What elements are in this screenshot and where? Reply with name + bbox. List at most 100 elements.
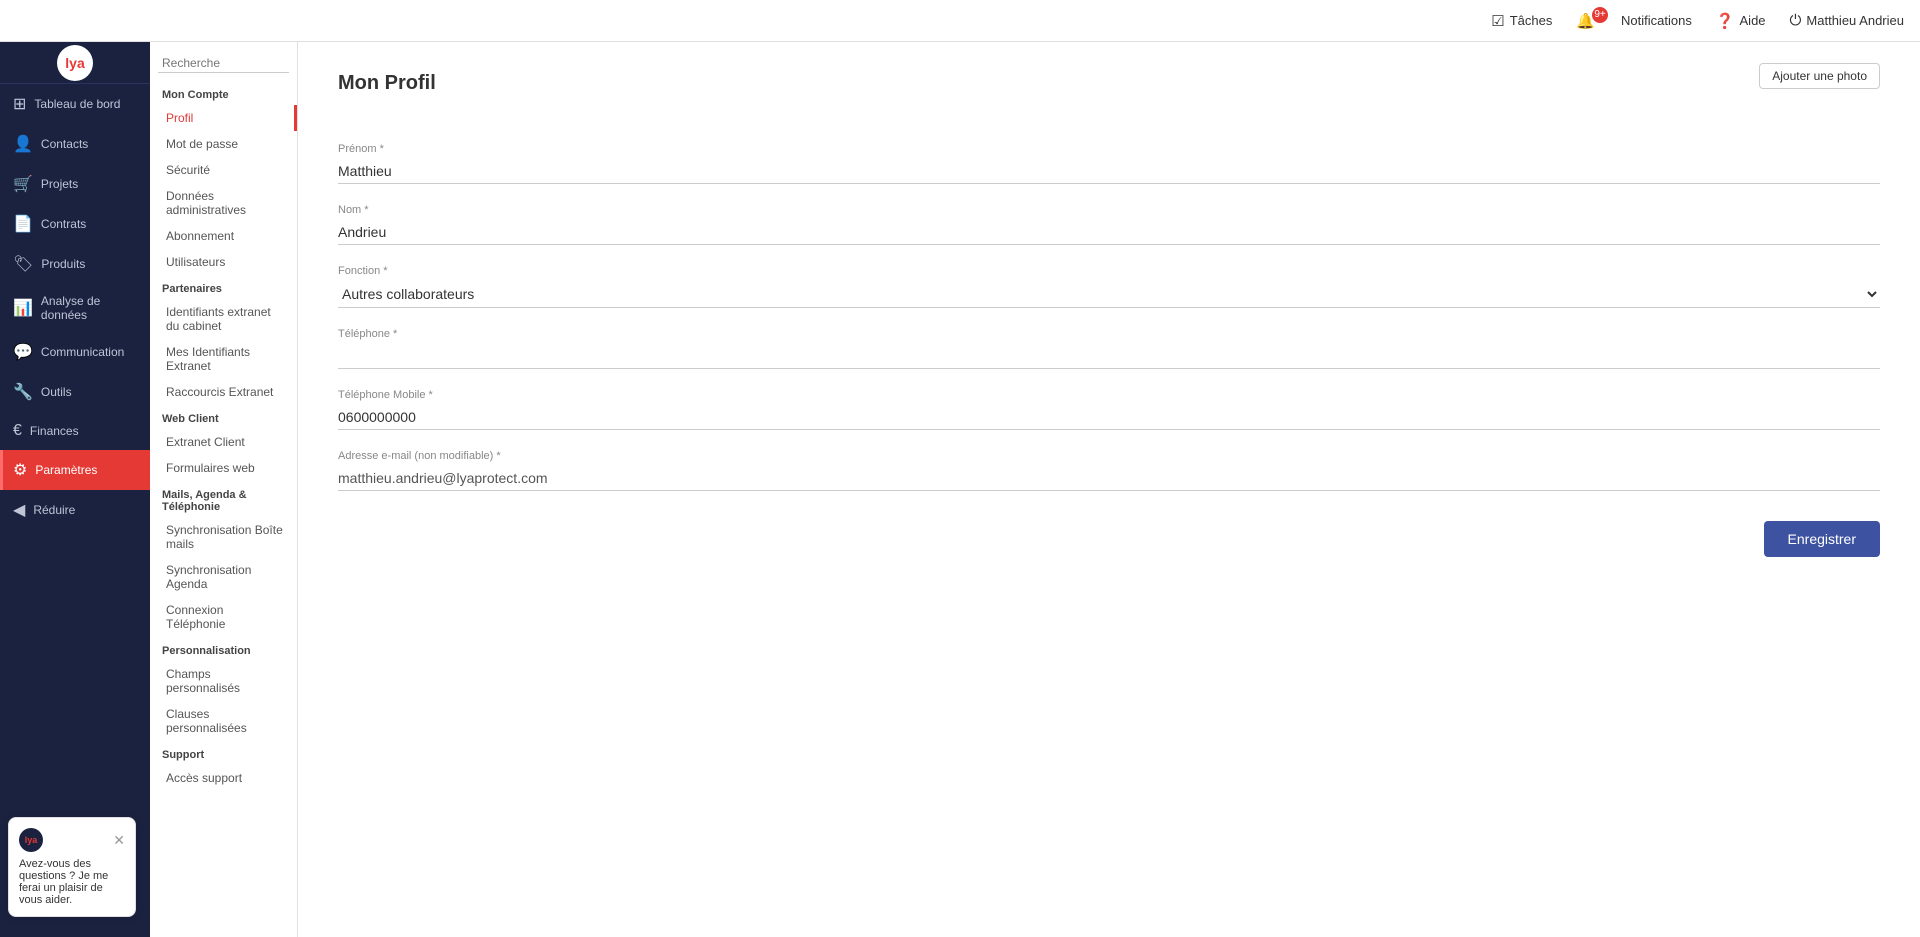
chat-bubble-header: lya ✕ [19,828,125,852]
sidebar-label-communication: Communication [41,345,124,359]
sec-item-mot-de-passe[interactable]: Mot de passe [150,131,297,157]
finances-icon: € [13,422,22,440]
sidebar-item-parametres[interactable]: ⚙ Paramètres [0,450,150,490]
fonction-select[interactable]: Autres collaborateurs [338,281,1880,308]
sec-item-extranet-client[interactable]: Extranet Client [150,429,297,455]
search-input[interactable] [158,54,289,73]
nom-field: Nom * [338,204,1880,245]
user-menu[interactable]: ⏻ Matthieu Andrieu [1790,12,1904,29]
chat-close-button[interactable]: ✕ [113,832,125,849]
sidebar-item-tableau-de-bord[interactable]: ⊞ Tableau de bord [0,84,150,124]
help-button[interactable]: ❓ Aide [1716,12,1766,30]
sidebar-item-outils[interactable]: 🔧 Outils [0,372,150,412]
sec-item-mes-identifiants[interactable]: Mes Identifiants Extranet [150,339,297,379]
communication-icon: 💬 [13,342,33,362]
sidebar-item-produits[interactable]: 🏷 Produits [0,244,150,284]
fonction-field: Fonction * Autres collaborateurs [338,265,1880,308]
sidebar-label-produits: Produits [41,257,85,271]
nom-input[interactable] [338,220,1880,245]
prenom-input[interactable] [338,159,1880,184]
grid-icon: ⊞ [13,94,26,114]
contacts-icon: 👤 [13,134,33,154]
notifications-button[interactable]: 🔔 9+ Notifications [1576,12,1692,30]
email-input [338,466,1880,491]
sec-item-champs-personnalises[interactable]: Champs personnalisés [150,661,297,701]
sec-item-securite[interactable]: Sécurité [150,157,297,183]
telephone-mobile-label: Téléphone Mobile * [338,389,1880,401]
fonction-label: Fonction * [338,265,1880,277]
nom-label: Nom * [338,204,1880,216]
sec-item-clauses-personnalisees[interactable]: Clauses personnalisées [150,701,297,741]
logo: lya [57,45,93,81]
prenom-label: Prénom * [338,143,1880,155]
notifications-badge: 9+ [1592,7,1608,23]
chat-bubble-text: Avez-vous des questions ? Je me ferai un… [19,858,125,906]
sidebar-item-projets[interactable]: 🛒 Projets [0,164,150,204]
sec-item-identifiants-extranet[interactable]: Identifiants extranet du cabinet [150,299,297,339]
topbar-right: ☑ Tâches 🔔 9+ Notifications ❓ Aide ⏻ Mat… [1491,12,1904,30]
sidebar-label-reduire: Réduire [33,503,75,517]
contrats-icon: 📄 [13,214,33,234]
section-title-mon-compte: Mon Compte [150,81,297,105]
telephone-field: Téléphone * [338,328,1880,369]
parametres-icon: ⚙ [13,460,27,480]
sidebar-item-contrats[interactable]: 📄 Contrats [0,204,150,244]
email-field: Adresse e-mail (non modifiable) * [338,450,1880,491]
add-photo-button[interactable]: Ajouter une photo [1759,63,1880,89]
sec-item-utilisateurs[interactable]: Utilisateurs [150,249,297,275]
main-content: Mon Profil Ajouter une photo Prénom * No… [298,42,1920,937]
prenom-field: Prénom * [338,143,1880,184]
sidebar-item-communication[interactable]: 💬 Communication [0,332,150,372]
sidebar-item-analyse[interactable]: 📊 Analyse de données [0,284,150,332]
sidebar-item-finances[interactable]: € Finances [0,412,150,450]
outils-icon: 🔧 [13,382,33,402]
chat-logo-text: lya [25,835,38,845]
sidebar-label-projets: Projets [41,177,78,191]
main-layout: lya ⊞ Tableau de bord 👤 Contacts 🛒 Proje… [0,42,1920,937]
save-button[interactable]: Enregistrer [1764,521,1880,557]
sidebar-label-finances: Finances [30,424,79,438]
telephone-mobile-input[interactable] [338,405,1880,430]
tasks-icon: ☑ [1491,12,1504,30]
sec-item-synchro-agenda[interactable]: Synchronisation Agenda [150,557,297,597]
sec-item-profil[interactable]: Profil [150,105,297,131]
email-label: Adresse e-mail (non modifiable) * [338,450,1880,462]
telephone-input[interactable] [338,344,1880,369]
tasks-label: Tâches [1510,13,1553,28]
chat-logo: lya [19,828,43,852]
section-title-web-client: Web Client [150,405,297,429]
sec-item-acces-support[interactable]: Accès support [150,765,297,791]
reduire-icon: ◀ [13,500,25,520]
sidebar-label-parametres: Paramètres [35,463,97,477]
sidebar-label-outils: Outils [41,385,72,399]
sidebar-logo: lya [0,42,150,84]
help-icon: ❓ [1716,12,1735,30]
secondary-sidebar: Mon Compte Profil Mot de passe Sécurité … [150,42,298,937]
sec-item-raccourcis-extranet[interactable]: Raccourcis Extranet [150,379,297,405]
topbar: ☑ Tâches 🔔 9+ Notifications ❓ Aide ⏻ Mat… [0,0,1920,42]
page-title: Mon Profil [338,72,436,95]
section-title-mails: Mails, Agenda & Téléphonie [150,481,297,517]
sidebar-label-contrats: Contrats [41,217,86,231]
sidebar-label-tableau-de-bord: Tableau de bord [34,97,120,111]
sec-item-donnees-admin[interactable]: Données administratives [150,183,297,223]
left-sidebar: lya ⊞ Tableau de bord 👤 Contacts 🛒 Proje… [0,42,150,937]
sec-item-synchro-boite[interactable]: Synchronisation Boîte mails [150,517,297,557]
sidebar-item-contacts[interactable]: 👤 Contacts [0,124,150,164]
sec-item-abonnement[interactable]: Abonnement [150,223,297,249]
telephone-mobile-field: Téléphone Mobile * [338,389,1880,430]
tasks-button[interactable]: ☑ Tâches [1491,12,1552,30]
section-title-support: Support [150,741,297,765]
help-label: Aide [1740,13,1766,28]
produits-icon: 🏷 [13,254,33,274]
projets-icon: 🛒 [13,174,33,194]
section-title-partenaires: Partenaires [150,275,297,299]
telephone-label: Téléphone * [338,328,1880,340]
sec-item-connexion-tel[interactable]: Connexion Téléphonie [150,597,297,637]
section-title-personnalisation: Personnalisation [150,637,297,661]
user-name-label: Matthieu Andrieu [1806,13,1904,28]
power-icon: ⏻ [1790,12,1802,29]
sec-item-formulaires-web[interactable]: Formulaires web [150,455,297,481]
analyse-icon: 📊 [13,298,33,318]
sidebar-item-reduire[interactable]: ◀ Réduire [0,490,150,530]
